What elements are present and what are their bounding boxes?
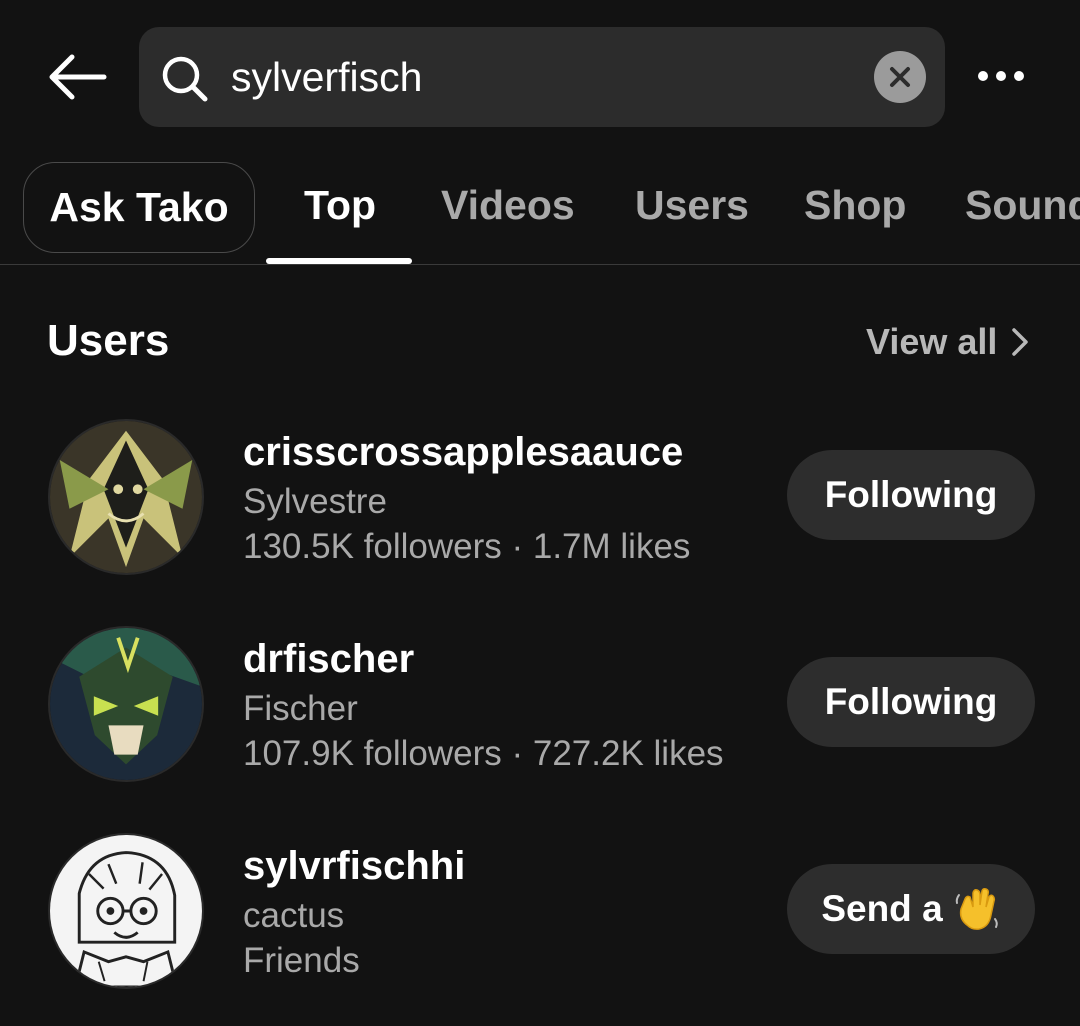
user-display-name: Fischer: [243, 689, 358, 728]
chevron-right-icon: [1012, 328, 1029, 356]
user-result-row[interactable]: drfischer Fischer 107.9K followers · 727…: [0, 623, 1080, 783]
user-result-row[interactable]: sylvrfischhi cactus Friends Send a: [0, 830, 1080, 990]
tab-shop[interactable]: Shop: [804, 182, 906, 229]
following-button[interactable]: Following: [787, 657, 1035, 747]
clear-search-button[interactable]: [874, 51, 926, 103]
send-wave-button[interactable]: Send a: [787, 864, 1035, 954]
avatar: [48, 419, 204, 575]
back-button[interactable]: [40, 48, 114, 106]
more-dot-icon: [978, 71, 988, 81]
search-input[interactable]: [231, 47, 851, 107]
more-dot-icon: [1014, 71, 1024, 81]
view-all-link[interactable]: View all: [866, 320, 1029, 364]
avatar: [48, 626, 204, 782]
tab-top[interactable]: Top: [304, 182, 376, 229]
close-icon: [890, 67, 910, 87]
search-results-page: Ask Tako Top Videos Users Shop Sounds Us…: [0, 0, 1080, 1026]
avatar: [48, 833, 204, 989]
user-handle: drfischer: [243, 637, 415, 681]
more-dot-icon: [996, 71, 1006, 81]
send-wave-label: Send a: [821, 888, 943, 929]
arrow-left-icon: [49, 54, 107, 100]
divider: [0, 264, 1080, 265]
more-options-button[interactable]: [966, 52, 1036, 100]
user-stats: 107.9K followers · 727.2K likes: [243, 734, 724, 773]
user-relationship: Friends: [243, 941, 360, 980]
section-title: Users: [47, 316, 170, 365]
user-display-name: cactus: [243, 896, 345, 935]
tab-sounds[interactable]: Sounds: [965, 182, 1080, 229]
user-handle: crisscrossapplesaauce: [243, 430, 684, 474]
user-display-name: Sylvestre: [243, 482, 387, 521]
view-all-label: View all: [866, 321, 998, 362]
tab-users[interactable]: Users: [635, 182, 749, 229]
user-handle: sylvrfischhi: [243, 844, 466, 888]
user-stats: 130.5K followers · 1.7M likes: [243, 527, 691, 566]
waving-hand-icon: [955, 888, 998, 930]
user-result-row[interactable]: crisscrossapplesaauce Sylvestre 130.5K f…: [0, 416, 1080, 576]
tab-videos[interactable]: Videos: [441, 182, 575, 229]
following-button[interactable]: Following: [787, 450, 1035, 540]
search-tabs: Ask Tako Top Videos Users Shop Sounds: [0, 160, 1080, 264]
search-bar[interactable]: [139, 27, 945, 127]
tab-ask-tako[interactable]: Ask Tako: [23, 162, 255, 253]
search-icon: [162, 56, 208, 102]
